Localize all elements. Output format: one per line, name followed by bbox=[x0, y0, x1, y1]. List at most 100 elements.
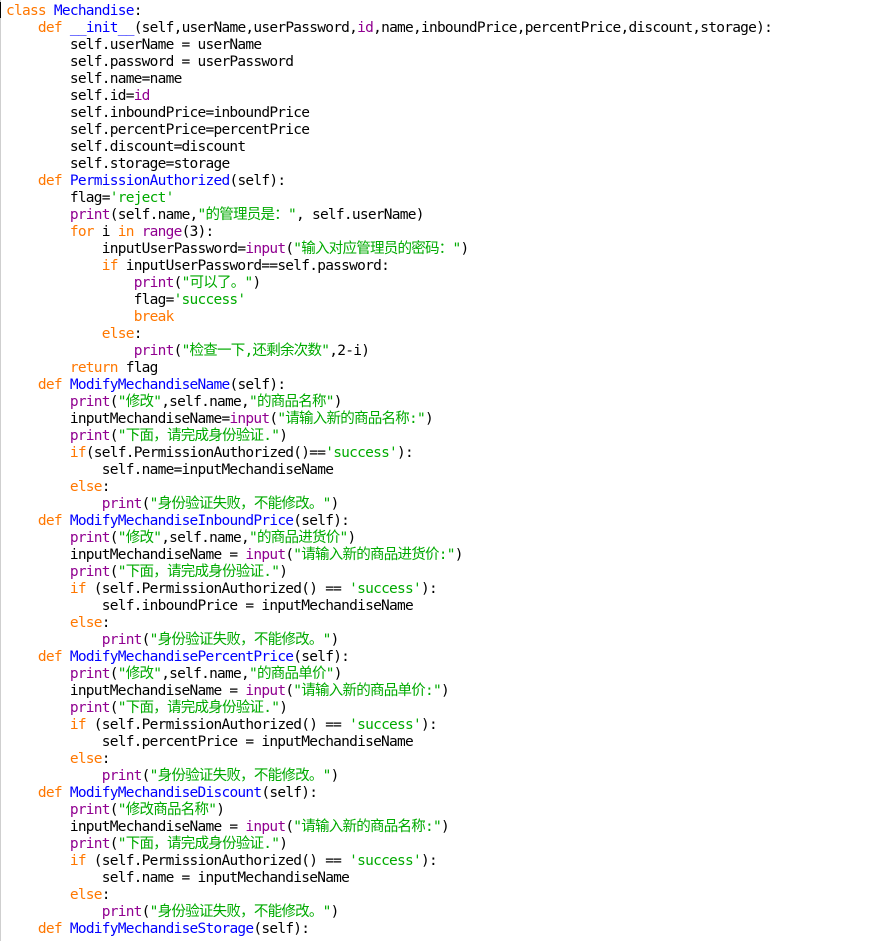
code-line[interactable]: print("修改",self.name,"的商品单价") bbox=[6, 666, 343, 683]
code-line[interactable]: inputMechandiseName=input("请输入新的商品名称:") bbox=[6, 411, 434, 428]
code-line[interactable]: if(self.PermissionAuthorized()=='success… bbox=[6, 445, 414, 462]
code-line[interactable]: print("修改商品名称") bbox=[6, 802, 225, 819]
code-line[interactable]: print("身份验证失败，不能修改。") bbox=[6, 632, 340, 649]
code-line[interactable]: print("下面，请完成身份验证.") bbox=[6, 836, 288, 853]
code-line[interactable]: print("修改",self.name,"的商品名称") bbox=[6, 394, 343, 411]
builtin-token: input bbox=[245, 547, 286, 563]
code-line[interactable]: self.name=inputMechandiseName bbox=[6, 462, 334, 479]
code-line[interactable]: print("身份验证失败，不能修改。") bbox=[6, 768, 340, 785]
code-line[interactable]: inputMechandiseName = input("请输入新的商品名称:"… bbox=[6, 819, 450, 836]
code-line[interactable]: inputMechandiseName = input("请输入新的商品单价:"… bbox=[6, 683, 450, 700]
code-line[interactable]: def ModifyMechandiseDiscount(self): bbox=[6, 785, 318, 802]
code-text-token: inputUserPassword= bbox=[6, 241, 246, 257]
code-line[interactable]: else: bbox=[6, 615, 111, 632]
keyword-token: else bbox=[101, 326, 135, 342]
code-text-token: self.percentPrice = inputMechandiseName bbox=[6, 734, 414, 750]
code-line[interactable]: return flag bbox=[6, 360, 159, 377]
code-line[interactable]: self.id=id bbox=[6, 88, 151, 105]
code-text-token: (self.PermissionAuthorized() == bbox=[85, 853, 350, 869]
builtin-token: print bbox=[101, 904, 143, 920]
code-text-token: ) bbox=[425, 411, 434, 427]
keyword-token: for bbox=[69, 224, 95, 240]
code-line[interactable]: self.inboundPrice=inboundPrice bbox=[6, 105, 310, 122]
code-text-token: : bbox=[101, 887, 111, 903]
code-line[interactable]: def ModifyMechandiseName(self): bbox=[6, 377, 286, 394]
code-line[interactable]: print(self.name,"的管理员是：", self.userName) bbox=[6, 207, 425, 224]
code-line[interactable]: inputUserPassword=input("输入对应管理员的密码：") bbox=[6, 241, 469, 258]
code-line[interactable]: print("下面，请完成身份验证.") bbox=[6, 428, 288, 445]
code-line[interactable]: print("下面，请完成身份验证.") bbox=[6, 564, 288, 581]
code-line[interactable]: else: bbox=[6, 751, 111, 768]
code-line[interactable]: def ModifyMechandisePercentPrice(self): bbox=[6, 649, 350, 666]
code-text-token: self.discount=discount bbox=[6, 139, 246, 155]
code-line[interactable]: self.percentPrice = inputMechandiseName bbox=[6, 734, 414, 751]
code-line[interactable]: print("检查一下,还剩余次数",2-i) bbox=[6, 343, 370, 360]
code-line[interactable]: print("可以了。") bbox=[6, 275, 262, 292]
code-line[interactable]: else: bbox=[6, 887, 111, 904]
keyword-token: if bbox=[69, 581, 87, 597]
builtin-token: print bbox=[69, 666, 111, 682]
builtin-token: print bbox=[133, 343, 175, 359]
code-line[interactable]: flag='success' bbox=[6, 292, 246, 309]
code-line[interactable]: self.userName = userName bbox=[6, 37, 262, 54]
builtin-token: print bbox=[69, 207, 111, 223]
code-line[interactable]: if (self.PermissionAuthorized() == 'succ… bbox=[6, 853, 438, 870]
keyword-token: break bbox=[133, 309, 175, 325]
code-line[interactable]: print("身份验证失败，不能修改。") bbox=[6, 496, 340, 513]
keyword-token: def bbox=[37, 921, 63, 937]
string-literal-token: 'reject' bbox=[109, 190, 175, 206]
code-text-token: ) bbox=[330, 496, 340, 512]
code-line[interactable]: self.name=name bbox=[6, 71, 182, 88]
code-text-token: ) bbox=[330, 768, 340, 784]
code-line[interactable]: else: bbox=[6, 326, 143, 343]
code-line[interactable]: def ModifyMechandiseStorage(self): bbox=[6, 921, 310, 938]
string-literal-token: "输入对应管理员的密码：" bbox=[293, 241, 461, 257]
code-line[interactable]: self.inboundPrice = inputMechandiseName bbox=[6, 598, 414, 615]
code-line[interactable]: inputMechandiseName = input("请输入新的商品进货价:… bbox=[6, 547, 464, 564]
builtin-token: print bbox=[69, 564, 111, 580]
code-text-token: ,self.name, bbox=[161, 394, 250, 410]
code-line[interactable]: self.name = inputMechandiseName bbox=[6, 870, 350, 887]
string-literal-token: "检查一下,还剩余次数" bbox=[181, 343, 330, 359]
code-editor[interactable]: class Mechandise: def __init__(self,user… bbox=[0, 0, 873, 941]
keyword-token: else bbox=[69, 479, 103, 495]
code-text-token: ) bbox=[333, 394, 343, 410]
code-line[interactable]: self.percentPrice=percentPrice bbox=[6, 122, 310, 139]
code-line[interactable]: print("身份验证失败，不能修改。") bbox=[6, 904, 340, 921]
code-line[interactable]: self.discount=discount bbox=[6, 139, 246, 156]
code-line[interactable]: flag='reject' bbox=[6, 190, 175, 207]
code-line[interactable]: def PermissionAuthorized(self): bbox=[6, 173, 286, 190]
code-line[interactable]: for i in range(3): bbox=[6, 224, 214, 241]
code-text-token: (self): bbox=[261, 785, 318, 801]
code-line[interactable]: print("修改",self.name,"的商品进货价") bbox=[6, 530, 356, 547]
code-text-token: (self): bbox=[253, 921, 310, 937]
code-line[interactable]: else: bbox=[6, 479, 111, 496]
code-text-token: inputUserPassword==self.password: bbox=[117, 258, 390, 274]
string-literal-token: 'success' bbox=[325, 445, 398, 461]
code-text-token: self.name=name bbox=[6, 71, 182, 87]
code-line[interactable]: def __init__(self,userName,userPassword,… bbox=[6, 20, 773, 37]
code-line[interactable]: if inputUserPassword==self.password: bbox=[6, 258, 390, 275]
code-line[interactable]: break bbox=[6, 309, 175, 326]
code-line[interactable]: def ModifyMechandiseInboundPrice(self): bbox=[6, 513, 350, 530]
code-line[interactable]: class Mechandise: bbox=[6, 3, 142, 20]
code-line[interactable]: print("下面，请完成身份验证.") bbox=[6, 700, 288, 717]
code-text-token: : bbox=[133, 3, 143, 19]
code-line[interactable]: if (self.PermissionAuthorized() == 'succ… bbox=[6, 581, 438, 598]
code-line[interactable]: if (self.PermissionAuthorized() == 'succ… bbox=[6, 717, 438, 734]
code-line[interactable]: self.storage=storage bbox=[6, 156, 230, 173]
code-text-token: ( bbox=[109, 530, 119, 546]
string-literal-token: "可以了。" bbox=[181, 275, 254, 291]
code-line[interactable]: self.password = userPassword bbox=[6, 54, 294, 71]
